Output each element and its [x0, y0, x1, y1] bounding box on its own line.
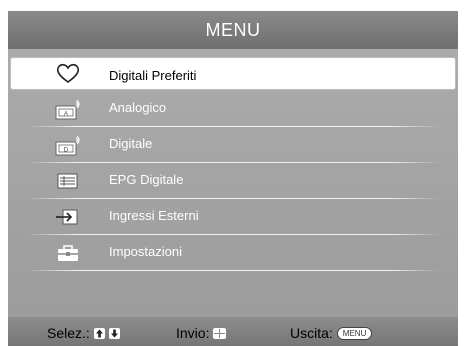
menu-title: MENU — [205, 20, 261, 40]
toolbox-icon — [52, 241, 84, 265]
enter-button-icon — [213, 327, 227, 339]
digital-tv-icon: D — [52, 133, 84, 157]
menu-item-label: Digitale — [109, 136, 153, 151]
menu-item-label: Impostazioni — [109, 244, 182, 259]
menu-item-impostazioni[interactable]: Impostazioni — [8, 235, 458, 271]
menu-item-label: Analogico — [109, 100, 167, 115]
external-input-icon — [52, 205, 84, 229]
select-hint: Selez.: — [47, 325, 120, 341]
enter-label: Invio: — [176, 325, 210, 341]
menu-key-icon: MENU — [336, 326, 373, 340]
analog-tv-icon: A — [52, 97, 84, 121]
menu-item-label: Digitali Preferiti — [109, 68, 197, 83]
enter-hint: Invio: — [176, 325, 227, 341]
svg-text:D: D — [64, 146, 69, 153]
help-bar: Selez.: Invio: Uscita: MENU — [8, 317, 458, 346]
menu-item-epg-digitale[interactable]: EPG Digitale — [8, 163, 458, 199]
menu-panel: Digitali Preferiti A Analogico D Digital… — [8, 49, 458, 317]
menu-item-label: Ingressi Esterni — [109, 208, 199, 223]
menu-item-analogico[interactable]: A Analogico — [8, 91, 458, 127]
menu-header: MENU — [8, 11, 458, 49]
exit-hint: Uscita: MENU — [290, 325, 373, 341]
menu-item-label: EPG Digitale — [109, 172, 184, 187]
menu-item-digitali-preferiti[interactable]: Digitali Preferiti — [8, 55, 458, 91]
menu-item-ingressi-esterni[interactable]: Ingressi Esterni — [8, 199, 458, 235]
row-divider — [26, 270, 440, 271]
epg-guide-icon — [52, 169, 84, 193]
exit-label: Uscita: — [290, 325, 333, 341]
svg-text:A: A — [64, 110, 69, 117]
tv-menu-screen: MENU Digitali Preferiti A Analogico D Di… — [0, 0, 466, 346]
arrow-up-icon — [93, 327, 105, 339]
select-label: Selez.: — [47, 325, 90, 341]
heart-icon — [52, 61, 84, 85]
menu-item-digitale[interactable]: D Digitale — [8, 127, 458, 163]
arrow-down-icon — [108, 327, 120, 339]
